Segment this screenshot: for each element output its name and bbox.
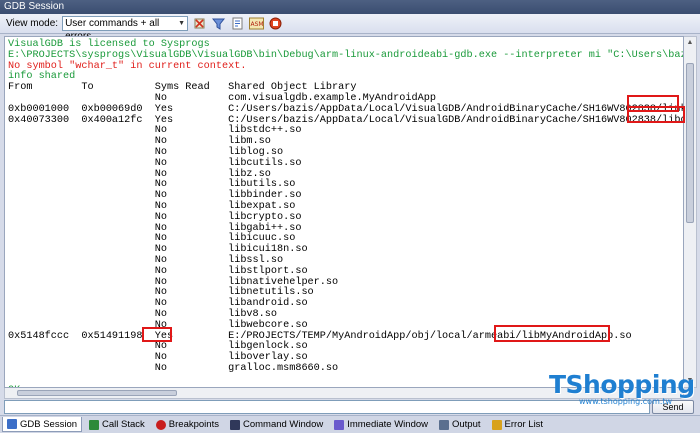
tab-gdb[interactable]: GDB Session [2,417,83,432]
watermark-url: www.tshopping.com.tw [579,397,673,406]
tool-window-tabs: GDB Session Call Stack Breakpoints Command … [0,415,700,433]
view-mode-label: View mode: [6,18,59,29]
highlight-syms-yes [142,327,172,342]
clear-log-icon[interactable] [192,16,207,31]
step-icon[interactable] [230,16,245,31]
horizontal-scroll-thumb[interactable] [17,390,177,396]
watermark-brand: TShopping [549,370,695,399]
highlight-libc [627,106,685,123]
svg-text:ASM: ASM [251,21,264,28]
tab-call-stack[interactable]: Call Stack [85,417,149,432]
view-mode-select[interactable]: User commands + all errors ▼ [62,16,189,42]
call-stack-icon [89,419,100,430]
watermark-logo: TShopping www.tshopping.com.tw [549,370,699,406]
breakpoint-icon [155,419,166,430]
error-list-icon [491,419,502,430]
tab-error-list[interactable]: Error List [488,417,548,432]
console-line: No libstlport.so [8,265,308,277]
command-window-icon [229,419,240,430]
tab-label: Immediate Window [347,419,428,430]
tab-breakpoint[interactable]: Breakpoints [152,417,223,432]
gdb-icon [7,419,17,429]
console-line: No libcrypto.so [8,211,302,223]
highlight-libmyandroidapp [494,325,610,342]
console-line: E:\PROJECTS\sysprogs\VisualGDB\VisualGDB… [8,49,684,61]
asm-icon[interactable]: ASM [249,16,265,31]
tab-label: GDB Session [20,418,78,430]
window-title: GDB Session [0,0,700,14]
console-line: No libcutils.so [8,157,302,169]
stop-icon[interactable] [268,16,283,31]
tab-immediate-window[interactable]: Immediate Window [330,417,432,432]
chevron-down-icon: ▼ [178,20,186,27]
tab-command-window[interactable]: Command Window [226,417,327,432]
toolbar: View mode: User commands + all errors ▼ … [0,14,700,42]
immediate-window-icon [334,419,345,430]
tab-label: Call Stack [102,419,145,430]
vertical-scrollbar[interactable]: ▲ ▼ [684,36,697,388]
output-icon [439,419,449,430]
tab-label: Command Window [242,419,324,430]
scroll-up-icon[interactable]: ▲ [684,37,696,49]
console-line: No symbol "wchar_t" in current context. [8,60,247,72]
vertical-scroll-thumb[interactable] [686,63,694,223]
tab-label: Error List [504,419,544,430]
tab-label: Output [452,419,481,430]
console-line: 0xb0001000 0xb00069d0 Yes C:/Users/bazis… [8,103,684,115]
tab-label: Breakpoints [168,419,219,430]
tab-output[interactable]: Output [435,417,485,432]
filter-icon[interactable] [211,16,226,31]
